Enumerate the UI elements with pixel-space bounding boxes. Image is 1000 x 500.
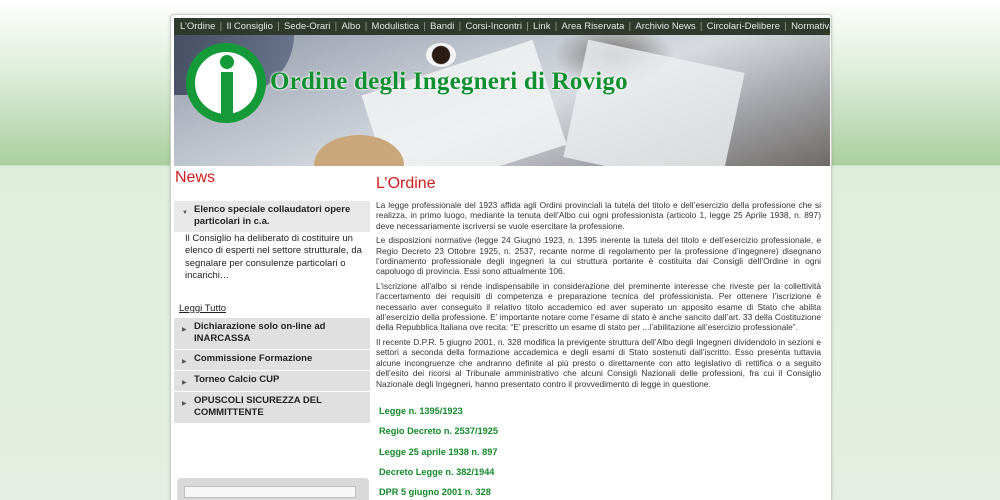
law-link[interactable]: Decreto Legge n. 382/1944 bbox=[376, 466, 821, 486]
news-item[interactable]: ▶ Dichiarazione solo on-line ad INARCASS… bbox=[174, 318, 370, 350]
nav-separator: | bbox=[699, 21, 703, 32]
news-item-title: Elenco speciale collaudatori opere parti… bbox=[194, 204, 351, 227]
news-item-title: Dichiarazione solo on-line ad INARCASSA bbox=[194, 321, 326, 344]
read-all-link[interactable]: Leggi Tutto bbox=[179, 303, 226, 314]
nav-separator: | bbox=[423, 21, 427, 32]
banner-photo-coffee-cup bbox=[426, 43, 456, 67]
nav-item-albo[interactable]: Albo bbox=[341, 21, 360, 32]
logo-i-dot bbox=[220, 55, 234, 69]
news-item-title: Torneo Calcio CUP bbox=[194, 374, 280, 385]
nav-item-consiglio[interactable]: Il Consiglio bbox=[226, 21, 272, 32]
content-paragraph: L’iscrizione all’albo si rende indispens… bbox=[376, 280, 821, 333]
law-links-list: Legge n. 1395/1923 Regio Decreto n. 2537… bbox=[376, 405, 821, 500]
nav-item-modulistica[interactable]: Modulistica bbox=[372, 21, 420, 32]
news-item-title: OPUSCOLI SICUREZZA DEL COMMITTENTE bbox=[194, 395, 322, 418]
news-item-body: Il Consiglio ha deliberato di costituire… bbox=[185, 233, 362, 281]
nav-separator: | bbox=[334, 21, 338, 32]
news-item-title: Commissione Formazione bbox=[194, 353, 313, 364]
law-link[interactable]: Legge n. 1395/1923 bbox=[376, 405, 821, 425]
site-title: Ordine degli Ingegneri di Rovigo bbox=[270, 68, 628, 95]
nav-separator: | bbox=[219, 21, 223, 32]
news-sidebar: News ▼ Elenco speciale collaudatori oper… bbox=[174, 168, 371, 500]
nav-item-normativa-tecnica[interactable]: Normativa tecnica bbox=[791, 21, 831, 32]
nav-separator: | bbox=[784, 21, 788, 32]
nav-item-link[interactable]: Link bbox=[533, 21, 550, 32]
nav-separator: | bbox=[364, 21, 368, 32]
collapsed-arrow-icon: ▶ bbox=[182, 327, 187, 333]
header-banner: Ordine degli Ingegneri di Rovigo bbox=[174, 35, 830, 166]
banner-photo-paper bbox=[563, 39, 745, 166]
page-container: L’Ordine | Il Consiglio | Sede-Orari | Albo… bbox=[170, 14, 832, 500]
expanded-arrow-icon: ▼ bbox=[182, 210, 188, 216]
nav-item-bandi[interactable]: Bandi bbox=[430, 21, 454, 32]
sidebar-box-field[interactable] bbox=[184, 486, 356, 498]
nav-separator: | bbox=[458, 21, 462, 32]
top-navigation: L’Ordine | Il Consiglio | Sede-Orari | Albo… bbox=[174, 18, 831, 35]
nav-separator: | bbox=[525, 21, 530, 32]
sidebar-box bbox=[177, 478, 369, 500]
nav-item-circolari-delibere[interactable]: Circolari-Delibere bbox=[707, 21, 780, 32]
content-paragraph: Le disposizioni normative (legge 24 Giug… bbox=[376, 235, 821, 277]
page-title: L’Ordine bbox=[376, 175, 436, 192]
content-paragraph: Il recente D.P.R. 5 giugno 2001, n. 328 … bbox=[376, 336, 821, 389]
news-item[interactable]: ▶ Torneo Calcio CUP bbox=[174, 371, 370, 392]
nav-separator: | bbox=[628, 21, 632, 32]
news-item[interactable]: ▶ Commissione Formazione bbox=[174, 350, 370, 371]
news-item[interactable]: ▶ OPUSCOLI SICUREZZA DEL COMMITTENTE bbox=[174, 392, 370, 424]
nav-item-corsi-incontri[interactable]: Corsi-Incontri bbox=[465, 21, 522, 32]
nav-item-ordine[interactable]: L’Ordine bbox=[180, 21, 215, 32]
collapsed-arrow-icon: ▶ bbox=[182, 401, 187, 407]
nav-separator: | bbox=[276, 21, 280, 32]
law-link[interactable]: Legge 25 aprile 1938 n. 897 bbox=[376, 446, 821, 466]
law-link[interactable]: DPR 5 giugno 2001 n. 328 bbox=[376, 486, 821, 500]
nav-separator: | bbox=[554, 21, 558, 32]
main-content: L’Ordine La legge professionale del 1923… bbox=[376, 175, 821, 500]
nav-item-sede-orari[interactable]: Sede-Orari bbox=[284, 21, 330, 32]
nav-item-area-riservata[interactable]: Area Riservata bbox=[562, 21, 625, 32]
content-paragraph: La legge professionale del 1923 affida a… bbox=[376, 200, 821, 231]
nav-item-archivio-news[interactable]: Archivio News bbox=[635, 21, 695, 32]
news-heading: News bbox=[175, 169, 216, 186]
collapsed-arrow-icon: ▶ bbox=[182, 380, 187, 386]
logo-i-stem bbox=[221, 72, 233, 116]
collapsed-arrow-icon: ▶ bbox=[182, 359, 187, 365]
news-item-open[interactable]: ▼ Elenco speciale collaudatori opere par… bbox=[174, 201, 370, 233]
law-link[interactable]: Regio Decreto n. 2537/1925 bbox=[376, 425, 821, 445]
